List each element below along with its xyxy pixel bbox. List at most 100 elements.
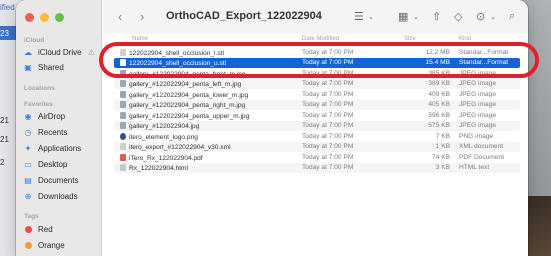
jpg-file-icon	[120, 101, 126, 108]
file-name: itero_export_#122022904_v30.xml	[120, 143, 231, 151]
tag-icon[interactable]: ◇	[454, 10, 462, 23]
highlight-annotation	[99, 42, 539, 78]
file-size: 74 KB	[432, 153, 450, 161]
file-name-text: Rx_122022904.html	[129, 165, 189, 172]
shared-folder-icon: ▣	[24, 62, 32, 72]
file-kind: PNG image	[459, 132, 494, 140]
sidebar-item-tag-orange[interactable]: Orange	[22, 238, 97, 252]
table-row[interactable]: gallery_#122022904_penta_upper_m.jpg Toda…	[114, 110, 520, 121]
file-name-text: gallery_#122022904_penta_left_m.jpg	[129, 81, 242, 88]
chevron-left-icon[interactable]: ‹	[118, 9, 122, 25]
search-icon[interactable]: ⌕	[509, 10, 515, 23]
html-file-icon	[120, 164, 126, 171]
sidebar-item-downloads[interactable]: ⊕ Downloads	[22, 189, 97, 203]
document-icon: ▤	[24, 175, 32, 185]
file-size: 596 KB	[428, 111, 450, 119]
png-file-icon	[120, 132, 126, 140]
sidebar-section-locations: Locations	[24, 85, 55, 92]
table-row[interactable]: iTero_Rx_122022904.pdf Today at 7:00 PM 74…	[114, 152, 520, 163]
file-name: iTero_Rx_122022904.pdf	[120, 153, 203, 162]
toolbar: ‹ › OrthoCAD_Export_122022904 ☰ ⌄ ▦ ⌄ ⇧ …	[102, 0, 528, 35]
window-title: OrthoCAD_Export_122022904	[166, 10, 322, 22]
file-name-text: gallery_#122022904_penta_upper_m.jpg	[129, 112, 250, 120]
table-row[interactable]: gallery_#122022904_penta_right_m.jpg Toda…	[114, 99, 520, 110]
sidebar-item-label: Recents	[38, 127, 68, 137]
file-name-text: gallery_#122022904_penta_right_m.jpg	[129, 102, 246, 109]
sidebar-item-label: Documents	[38, 175, 79, 185]
sidebar: iCloud ☁ iCloud Drive ⚠ ▣ Shared Locatio…	[16, 0, 102, 256]
file-size: 575 KB	[428, 122, 450, 129]
jpg-file-icon	[120, 122, 126, 129]
airdrop-icon: ◉	[24, 111, 32, 121]
cloud-icon: ☁	[24, 47, 32, 57]
sidebar-item-label: Shared	[38, 62, 64, 72]
file-date: Today at 7:00 PM	[302, 101, 354, 108]
file-date: Today at 7:00 PM	[302, 143, 354, 150]
sidebar-item-tag-red[interactable]: Red	[22, 222, 97, 236]
list-view-icon[interactable]: ☰	[354, 10, 364, 23]
sidebar-item-label: AirDrop	[38, 111, 66, 121]
sidebar-item-applications[interactable]: ✦ Applications	[22, 141, 97, 155]
file-name-text: itero_element_logo.png	[129, 133, 198, 141]
file-name-text: gallery_#122022904_penta_lower_m.jpg	[129, 91, 249, 99]
minimize-button[interactable]	[40, 13, 49, 22]
file-name: Rx_122022904.html	[120, 164, 188, 172]
chevron-down-icon[interactable]: ⌄	[490, 13, 496, 21]
more-icon[interactable]: ⊙	[476, 10, 485, 23]
sidebar-item-label: Red	[38, 224, 53, 234]
sidebar-section-tags: Tags	[24, 213, 39, 220]
background-text: 2	[0, 158, 5, 167]
table-row[interactable]: itero_element_logo.png Today at 7:00 PM 7 …	[114, 131, 520, 142]
grid-view-icon[interactable]: ▦	[398, 10, 408, 23]
sidebar-item-recents[interactable]: ◷ Recents	[22, 125, 97, 139]
file-kind: XML document	[459, 143, 504, 150]
pdf-file-icon	[120, 153, 126, 161]
sidebar-item-documents[interactable]: ▤ Documents	[22, 173, 97, 187]
table-row[interactable]: gallery_#122022904_penta_left_m.jpg Today…	[114, 78, 520, 89]
table-row[interactable]: gallery_#122022904.jpg Today at 7:00 PM 57…	[114, 120, 520, 131]
sidebar-section-icloud: iCloud	[24, 37, 45, 44]
file-date: Today at 7:00 PM	[302, 122, 354, 129]
table-row[interactable]: itero_export_#122022904_v30.xml Today at …	[114, 141, 520, 152]
file-name-text: itero_export_#122022904_v30.xml	[129, 144, 231, 151]
file-size: 3 KB	[435, 164, 450, 171]
jpg-file-icon	[120, 90, 126, 98]
sidebar-section-favorites: Favorites	[24, 101, 53, 108]
close-button[interactable]	[25, 13, 34, 22]
tag-color-icon	[25, 241, 32, 249]
file-size: 1 KB	[435, 143, 450, 150]
share-icon[interactable]: ⇧	[432, 10, 441, 23]
file-size: 409 KB	[428, 90, 450, 98]
sidebar-item-desktop[interactable]: ▭ Desktop	[22, 157, 97, 171]
chevron-right-icon[interactable]: ›	[140, 9, 144, 25]
chevron-down-icon[interactable]: ⌄	[368, 13, 374, 21]
file-kind: JPEG image	[459, 122, 497, 129]
sidebar-item-airdrop[interactable]: ◉ AirDrop	[22, 109, 97, 123]
jpg-file-icon	[120, 111, 126, 119]
xml-file-icon	[120, 143, 126, 150]
file-size: 405 KB	[428, 101, 450, 108]
chevron-down-icon[interactable]: ⌄	[413, 13, 419, 21]
file-date: Today at 7:00 PM	[302, 132, 354, 140]
file-date: Today at 7:00 PM	[302, 90, 354, 98]
background-text: ified	[0, 3, 15, 12]
file-name-text: gallery_#122022904.jpg	[129, 123, 200, 130]
file-size: 7 KB	[435, 132, 450, 140]
background-text: 21	[0, 135, 9, 144]
sidebar-item-shared[interactable]: ▣ Shared	[22, 60, 97, 74]
zoom-button[interactable]	[55, 13, 64, 22]
file-date: Today at 7:00 PM	[302, 111, 354, 119]
table-row[interactable]: gallery_#122022904_penta_lower_m.jpg Toda…	[114, 89, 520, 100]
file-date: Today at 7:00 PM	[302, 80, 354, 87]
file-date: Today at 7:00 PM	[302, 153, 354, 161]
file-kind: JPEG image	[459, 101, 497, 108]
clock-icon: ◷	[24, 127, 32, 137]
background-text: 23	[0, 29, 9, 38]
sidebar-item-label: Applications	[38, 143, 82, 153]
sidebar-item-label: iCloud Drive	[38, 47, 82, 57]
sidebar-item-icloud-drive[interactable]: ☁ iCloud Drive ⚠	[22, 45, 97, 59]
sidebar-item-label: Desktop	[38, 159, 68, 169]
table-row[interactable]: Rx_122022904.html Today at 7:00 PM 3 KB HTM…	[114, 162, 520, 173]
file-kind: HTML text	[459, 164, 490, 171]
finder-window: iCloud ☁ iCloud Drive ⚠ ▣ Shared Locatio…	[16, 0, 528, 256]
